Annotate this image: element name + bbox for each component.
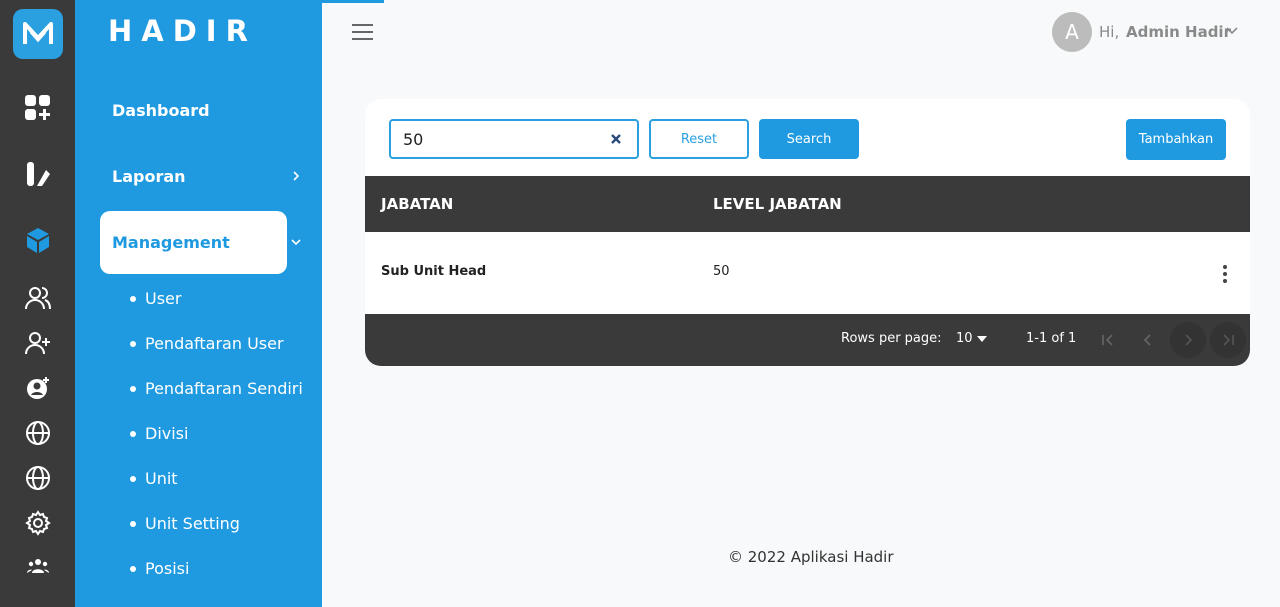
jabatan-card: 50 Reset Search Tambahkan JABATAN LEVEL … — [365, 99, 1250, 366]
sidebar-item-dashboard[interactable]: Dashboard — [112, 101, 210, 120]
caret-down-icon[interactable] — [977, 336, 987, 342]
sidebar-subitem-posisi[interactable]: Posisi — [130, 559, 189, 578]
clear-icon[interactable] — [609, 132, 623, 146]
logo-icon — [23, 22, 53, 44]
add-user-icon[interactable] — [22, 327, 54, 359]
sidebar-menu: HADIR Dashboard Laporan Management User … — [75, 0, 322, 607]
cell-jabatan: Sub Unit Head — [381, 264, 487, 279]
bullet-icon — [130, 295, 136, 302]
sidebar-item-laporan[interactable]: Laporan — [112, 167, 186, 186]
subitem-label: Unit Setting — [145, 514, 240, 533]
bullet-icon — [130, 385, 136, 392]
rows-per-page-select[interactable]: 10 — [956, 331, 973, 346]
rows-per-page-label: Rows per page: — [841, 331, 942, 346]
column-header-level[interactable]: LEVEL JABATAN — [713, 195, 842, 213]
hamburger-menu-icon[interactable] — [352, 24, 373, 40]
sidebar-subitem-pendaftaran-user[interactable]: Pendaftaran User — [130, 334, 284, 353]
column-header-jabatan[interactable]: JABATAN — [381, 195, 453, 213]
next-page-button[interactable] — [1170, 322, 1206, 358]
cell-level: 50 — [713, 264, 730, 279]
bullet-icon — [130, 520, 136, 527]
prev-page-button[interactable] — [1130, 322, 1166, 358]
first-page-button[interactable] — [1090, 322, 1126, 358]
globe-icon-2[interactable] — [22, 462, 54, 494]
user-name[interactable]: Admin Hadir — [1126, 23, 1231, 41]
sidebar-subitem-divisi[interactable]: Divisi — [130, 424, 188, 443]
bullet-icon — [130, 475, 136, 482]
sidebar-item-label: Management — [112, 233, 230, 252]
subitem-label: Posisi — [145, 559, 190, 578]
chevron-down-icon — [291, 239, 301, 246]
greeting-text: Hi, — [1099, 23, 1120, 41]
globe-icon[interactable] — [22, 417, 54, 449]
sidebar-item-management[interactable]: Management — [100, 211, 287, 274]
subitem-label: Unit — [145, 469, 178, 488]
user-settings-icon[interactable] — [22, 372, 54, 404]
search-button[interactable]: Search — [759, 119, 859, 159]
pagination-range: 1-1 of 1 — [1026, 331, 1077, 346]
sidebar-subitem-unit-setting[interactable]: Unit Setting — [130, 514, 240, 533]
table-header: JABATAN LEVEL JABATAN — [365, 176, 1250, 232]
bullet-icon — [130, 565, 136, 572]
dashboard-icon[interactable] — [22, 92, 54, 124]
report-icon[interactable] — [22, 158, 54, 190]
chevron-right-icon — [1185, 334, 1193, 346]
subitem-label: User — [145, 289, 182, 308]
chevron-down-icon[interactable] — [1225, 26, 1239, 36]
team-icon[interactable] — [22, 550, 54, 582]
progress-line — [322, 0, 384, 3]
avatar[interactable]: A — [1052, 12, 1092, 52]
more-icon[interactable] — [22, 595, 54, 607]
last-page-icon — [1223, 334, 1234, 346]
subitem-label: Divisi — [145, 424, 189, 443]
app-logo[interactable] — [13, 9, 63, 59]
reset-button[interactable]: Reset — [649, 119, 749, 159]
chevron-left-icon — [1143, 334, 1151, 346]
subitem-label: Pendaftaran User — [145, 334, 284, 353]
cube-icon[interactable] — [22, 224, 54, 256]
sidebar-subitem-pendaftaran-sendiri[interactable]: Pendaftaran Sendiri — [130, 379, 303, 398]
bullet-icon — [130, 430, 136, 437]
gear-icon[interactable] — [22, 507, 54, 539]
sidebar-subitem-unit[interactable]: Unit — [130, 469, 178, 488]
table-pagination: Rows per page: 10 1-1 of 1 — [365, 314, 1250, 366]
table-row: Sub Unit Head 50 — [365, 232, 1250, 314]
icon-rail — [0, 0, 75, 607]
chevron-right-icon — [293, 171, 300, 181]
add-button[interactable]: Tambahkan — [1126, 119, 1226, 160]
sidebar-subitem-user[interactable]: User — [130, 289, 181, 308]
users-icon[interactable] — [22, 282, 54, 314]
search-input[interactable]: 50 — [389, 119, 639, 159]
more-vertical-icon[interactable] — [1221, 264, 1229, 284]
bullet-icon — [130, 340, 136, 347]
brand-title: HADIR — [108, 14, 257, 48]
last-page-button[interactable] — [1210, 322, 1246, 358]
footer-copyright: © 2022 Aplikasi Hadir — [728, 548, 894, 566]
subitem-label: Pendaftaran Sendiri — [145, 379, 303, 398]
first-page-icon — [1102, 334, 1113, 346]
